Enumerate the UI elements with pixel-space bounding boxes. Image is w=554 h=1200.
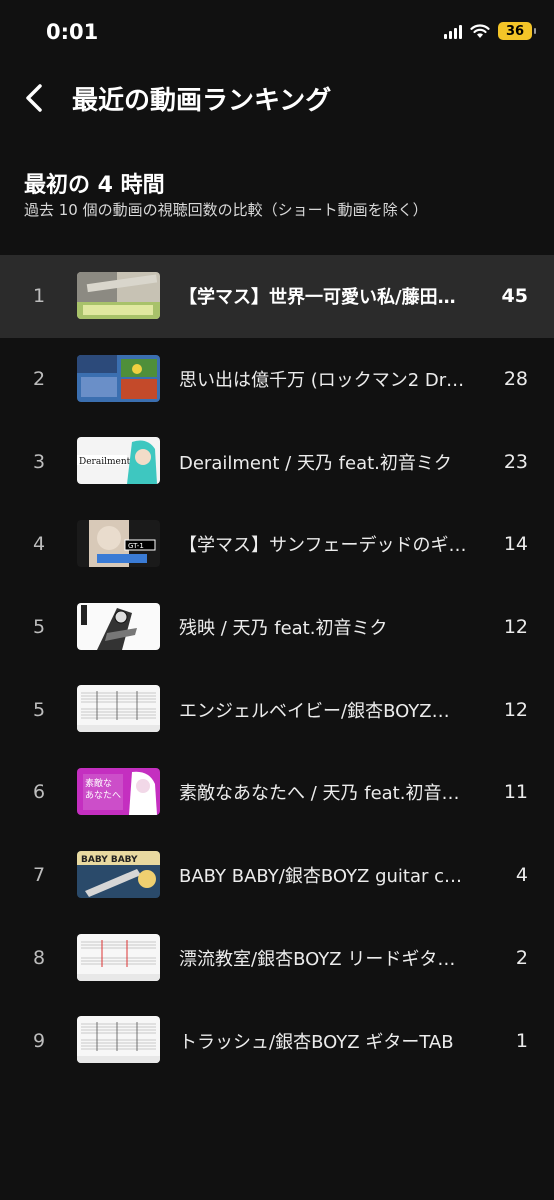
view-count: 2 [515, 946, 528, 969]
svg-text:BABY BABY: BABY BABY [81, 855, 138, 865]
video-title: BABY BABY/銀杏BOYZ guitar c… [179, 866, 463, 888]
header: 最近の動画ランキング [0, 76, 554, 120]
status-indicators: 36 [444, 22, 536, 40]
video-title: エンジェルベイビー/銀杏BOYZ… [179, 700, 450, 722]
rank-number: 5 [32, 616, 46, 639]
view-count: 1 [515, 1029, 528, 1052]
battery-icon: 36 [498, 22, 536, 40]
rank-number: 8 [32, 946, 46, 969]
video-title: 思い出は億千万 (ロックマン2 Dr… [179, 370, 465, 392]
ranking-row[interactable]: 2 思い出は億千万 (ロックマン2 Dr… 28 [0, 338, 554, 421]
cellular-signal-icon [444, 23, 462, 39]
status-time: 0:01 [46, 20, 99, 44]
video-thumbnail[interactable] [77, 602, 160, 650]
ranking-row[interactable]: 1 【学マス】世界一可愛い私/藤田… 45 [0, 255, 554, 338]
view-count: 11 [503, 781, 528, 804]
page-title: 最近の動画ランキング [72, 86, 332, 116]
video-thumbnail[interactable] [77, 685, 160, 733]
view-count: 23 [503, 450, 528, 473]
video-title: 【学マス】世界一可愛い私/藤田… [179, 287, 456, 309]
ranking-row[interactable]: 5 エンジェルベイビー/銀杏BOYZ… 12 [0, 668, 554, 751]
ranking-row[interactable]: 8 漂流教室/銀杏BOYZ リードギタ… 2 [0, 917, 554, 1000]
video-thumbnail[interactable] [77, 1016, 160, 1064]
rank-number: 1 [32, 285, 46, 308]
rank-number: 3 [32, 450, 46, 473]
video-title: 【学マス】サンフェーデッドのギ… [179, 535, 467, 557]
ranking-row[interactable]: 6 素敵な あなたへ 素敵なあなたへ / 天乃 feat.初音… 11 [0, 751, 554, 834]
status-bar: 0:01 36 [0, 0, 554, 68]
ranking-row[interactable]: 9 トラッシュ/銀杏BOYZ ギターTAB 1 [0, 999, 554, 1082]
video-thumbnail[interactable]: Derailment [77, 437, 160, 485]
video-thumbnail[interactable]: GT-1 [77, 520, 160, 568]
rank-number: 7 [32, 864, 46, 887]
section-title: 最初の 4 時間 [24, 173, 165, 198]
video-thumbnail[interactable]: 素敵な あなたへ [77, 768, 160, 816]
rank-number: 6 [32, 781, 46, 804]
video-title: 素敵なあなたへ / 天乃 feat.初音… [179, 783, 460, 805]
video-thumbnail[interactable] [77, 933, 160, 981]
rank-number: 5 [32, 698, 46, 721]
rank-number: 2 [32, 368, 46, 391]
back-arrow-icon[interactable] [20, 82, 48, 114]
rank-number: 4 [32, 533, 46, 556]
battery-level: 36 [505, 23, 525, 39]
video-title: Derailment / 天乃 feat.初音ミク [179, 452, 452, 474]
svg-text:素敵な: 素敵な [85, 777, 112, 789]
ranking-row[interactable]: 3 Derailment Derailment / 天乃 feat.初音ミク 23 [0, 420, 554, 503]
rank-number: 9 [32, 1029, 46, 1052]
ranking-list: 1 【学マス】世界一可愛い私/藤田… 45 2 思い出は億千万 (ロックマン2 Dr… 2… [0, 255, 554, 1082]
view-count: 14 [503, 533, 528, 556]
video-thumbnail[interactable] [77, 272, 160, 319]
video-title: トラッシュ/銀杏BOYZ ギターTAB [179, 1031, 454, 1053]
svg-text:Derailment: Derailment [79, 457, 131, 467]
view-count: 28 [503, 368, 528, 391]
video-thumbnail[interactable] [77, 354, 160, 402]
video-thumbnail[interactable]: BABY BABY [77, 850, 160, 898]
svg-text:GT-1: GT-1 [128, 542, 144, 550]
wifi-icon [470, 23, 490, 39]
video-title: 漂流教室/銀杏BOYZ リードギタ… [179, 948, 456, 970]
svg-text:あなたへ: あなたへ [85, 790, 121, 801]
ranking-row[interactable]: 5 残映 / 天乃 feat.初音ミク 12 [0, 586, 554, 669]
ranking-row[interactable]: 7 BABY BABY BABY BABY/銀杏BOYZ guitar c… 4 [0, 834, 554, 917]
view-count: 12 [503, 616, 528, 639]
view-count: 45 [501, 285, 528, 308]
video-title: 残映 / 天乃 feat.初音ミク [179, 618, 388, 640]
view-count: 12 [503, 698, 528, 721]
view-count: 4 [515, 864, 528, 887]
ranking-row[interactable]: 4 GT-1 【学マス】サンフェーデッドのギ… 14 [0, 503, 554, 586]
section-subtitle: 過去 10 個の動画の視聴回数の比較（ショート動画を除く） [24, 201, 428, 219]
